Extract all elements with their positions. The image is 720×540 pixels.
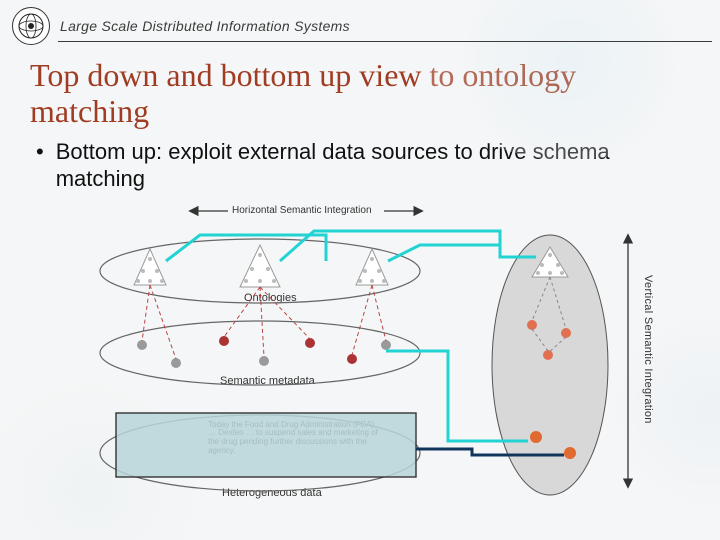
architecture-diagram: Horizontal Semantic Integration Ontologi…	[80, 205, 640, 505]
header-org-text: Large Scale Distributed Information Syst…	[60, 18, 350, 34]
slide-title: Top down and bottom up view to ontology …	[30, 58, 696, 130]
bullet-dot-icon: •	[36, 138, 44, 193]
bullet-text: Bottom up: exploit external data sources…	[56, 138, 692, 193]
label-vertical-integration: Vertical Semantic Integration	[640, 275, 654, 424]
header-bar: Large Scale Distributed Information Syst…	[0, 0, 720, 48]
bullet-item: • Bottom up: exploit external data sourc…	[36, 138, 692, 193]
lsdis-logo-icon	[12, 7, 50, 45]
header-rule	[58, 41, 712, 42]
